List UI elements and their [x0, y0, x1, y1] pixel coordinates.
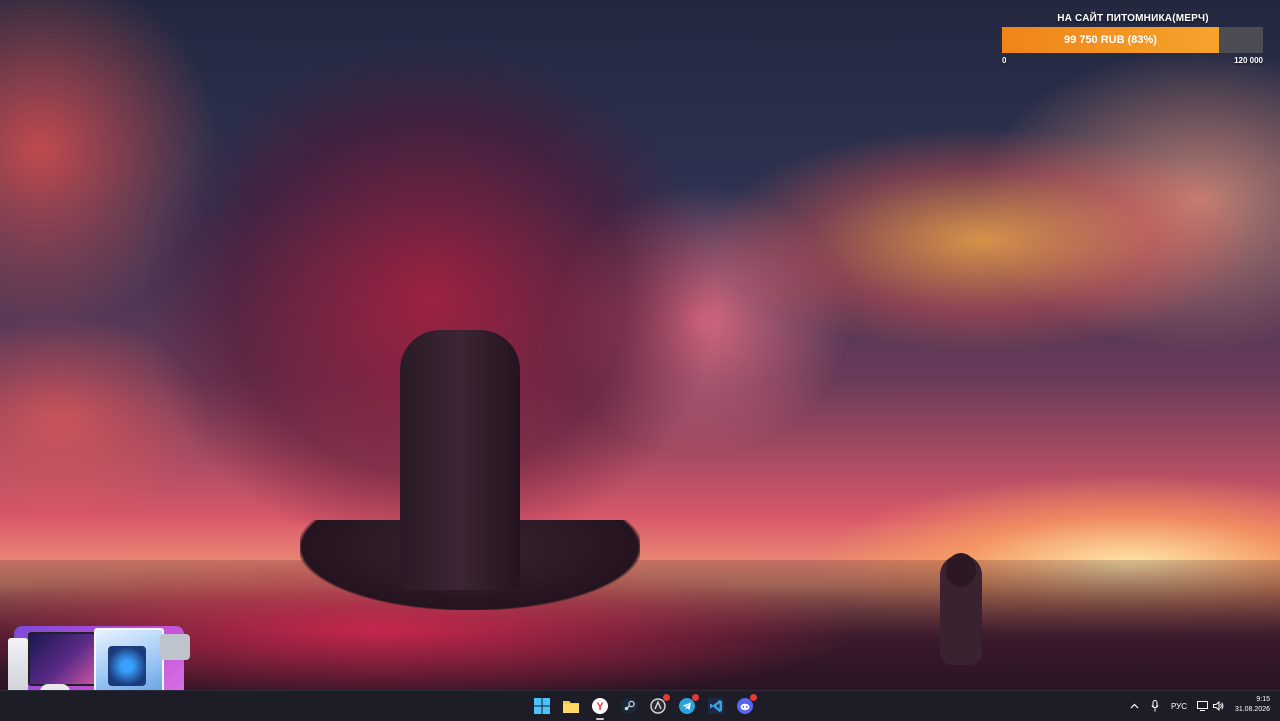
goal-max-label: 120 000 — [1234, 56, 1263, 65]
goal-amount-label: 99 750 RUB (83%) — [1064, 34, 1157, 46]
input-language-indicator[interactable]: РУС — [1168, 696, 1190, 716]
notification-badge — [750, 694, 757, 701]
svg-text:Y: Y — [596, 701, 604, 713]
wallpaper-tree-trunk — [400, 330, 520, 590]
telegram-icon[interactable] — [674, 693, 700, 719]
app-icon-with-badge[interactable] — [645, 693, 671, 719]
notification-badge — [692, 694, 699, 701]
volume-icon[interactable] — [1211, 696, 1225, 716]
visual-studio-icon[interactable] — [703, 693, 729, 719]
wallpaper-figure-head — [946, 553, 976, 587]
clock-date[interactable]: 31.08.2026 — [1235, 706, 1270, 713]
goal-progress-track: 99 750 RUB (83%) — [1002, 27, 1263, 53]
yandex-browser-icon[interactable]: Y — [587, 693, 613, 720]
wallpaper-ground — [0, 560, 1280, 690]
goal-title: НА САЙТ ПИТОМНИКА(МЕРЧ) — [1057, 13, 1209, 24]
steam-icon[interactable] — [616, 693, 642, 719]
clock-time[interactable]: 9:15 — [1256, 696, 1270, 703]
taskbar: Y РУС 9:15 31.08.2026 — [0, 690, 1280, 721]
file-explorer-icon[interactable] — [558, 693, 584, 719]
chevron-up-icon[interactable] — [1126, 696, 1142, 716]
microphone-icon[interactable] — [1147, 696, 1163, 716]
donation-goal-widget: НА САЙТ ПИТОМНИКА(МЕРЧ) 99 750 RUB (83%)… — [1000, 10, 1266, 70]
desktop-wallpaper — [0, 0, 1280, 690]
network-display-icon[interactable] — [1195, 696, 1209, 716]
notification-badge — [663, 694, 670, 701]
game-console-image — [8, 638, 28, 696]
keyboard-image — [160, 634, 190, 660]
windows-start-icon[interactable] — [529, 693, 555, 719]
goal-min-label: 0 — [1002, 56, 1007, 65]
discord-icon[interactable] — [732, 693, 758, 719]
